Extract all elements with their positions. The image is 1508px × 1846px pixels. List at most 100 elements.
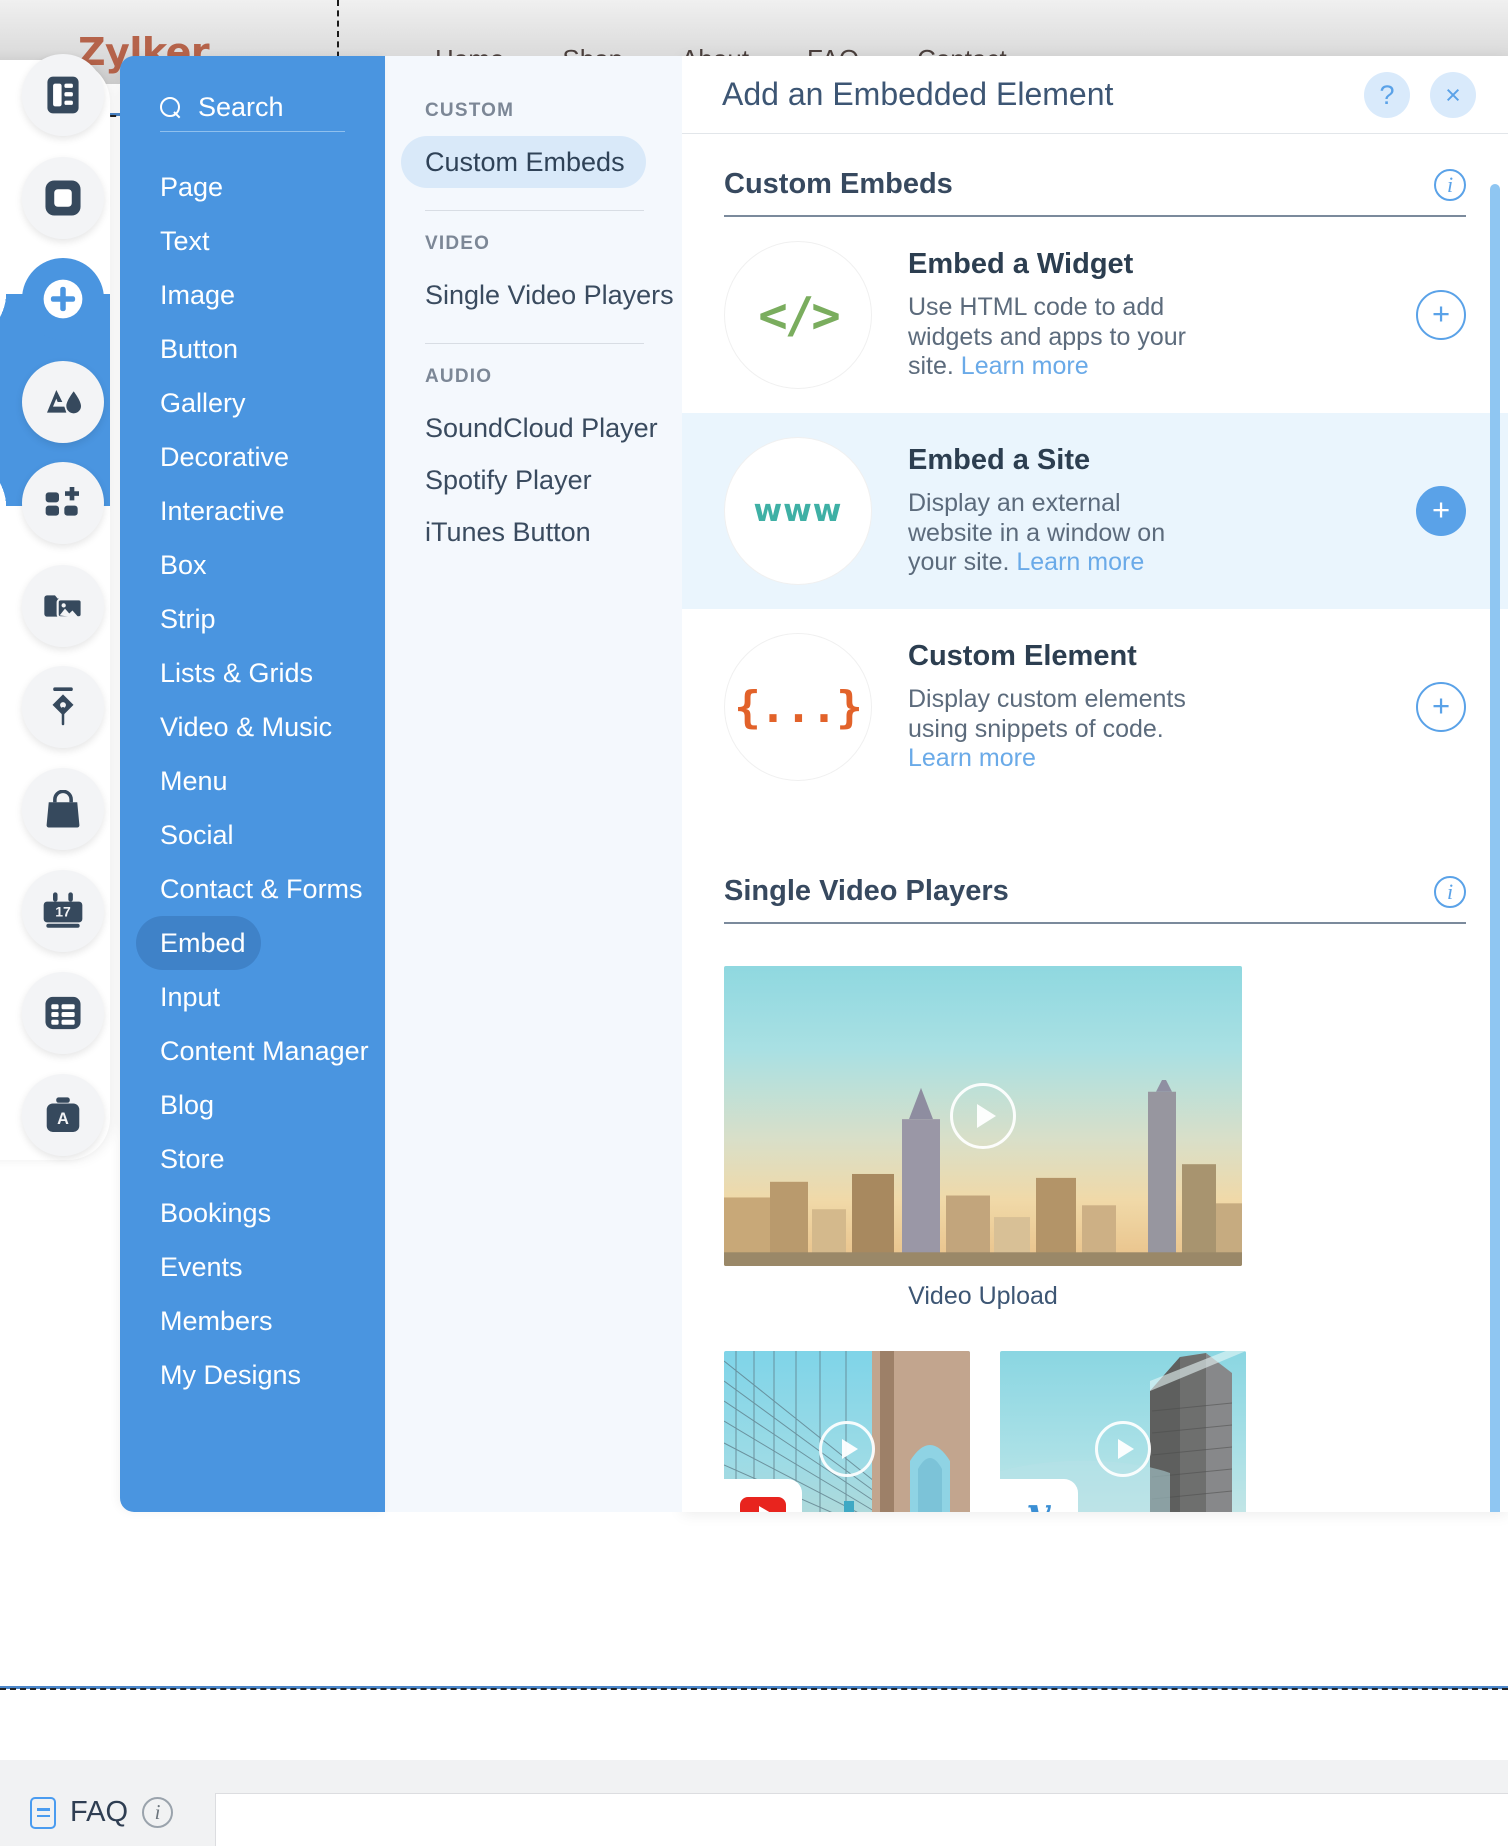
element-category-panel: Search Page Text Image Button Gallery De… xyxy=(120,56,385,1512)
subcategory-panel: CUSTOM Custom Embeds VIDEO Single Video … xyxy=(385,56,682,1512)
category-item-decorative[interactable]: Decorative xyxy=(120,430,385,484)
subcategory-item-custom-embeds[interactable]: Custom Embeds xyxy=(401,136,646,188)
www-icon: www xyxy=(724,437,872,585)
scrollbar[interactable] xyxy=(1490,184,1500,1512)
video-players-grid: YouTube xyxy=(724,1351,1466,1512)
embed-option-name: Embed a Widget xyxy=(908,248,1134,281)
rail-item-blog[interactable] xyxy=(22,666,104,748)
play-icon[interactable] xyxy=(1095,1421,1151,1477)
calendar-icon: 17 xyxy=(43,892,83,928)
subgroup-title-video: VIDEO xyxy=(425,233,491,254)
embed-glyph: </> xyxy=(758,286,840,344)
rail-item-sections[interactable] xyxy=(22,157,104,239)
video-thumbnail[interactable] xyxy=(724,966,1242,1266)
play-icon[interactable] xyxy=(819,1421,875,1477)
category-item-video-music[interactable]: Video & Music xyxy=(120,700,385,754)
play-icon[interactable] xyxy=(950,1083,1016,1149)
add-element-button[interactable]: + xyxy=(1416,682,1466,732)
pen-icon xyxy=(52,687,74,726)
rail-item-content[interactable] xyxy=(22,972,104,1054)
category-item-image[interactable]: Image xyxy=(120,268,385,322)
store-bag-icon xyxy=(46,790,80,828)
add-element-panel: Add an Embedded Element ? × Custom Embed… xyxy=(682,56,1508,1512)
video-caption: Video Upload xyxy=(908,1282,1058,1310)
svg-text:A: A xyxy=(57,1110,69,1128)
help-button[interactable]: ? xyxy=(1364,72,1410,118)
category-item-lists-grids[interactable]: Lists & Grids xyxy=(120,646,385,700)
section-header-single-video-players: Single Video Players i xyxy=(724,875,1466,924)
category-item-blog[interactable]: Blog xyxy=(120,1078,385,1132)
category-item-content-manager[interactable]: Content Manager xyxy=(120,1024,385,1078)
subcategory-item-single-video-players[interactable]: Single Video Players xyxy=(385,269,682,321)
embed-option-row[interactable]: www Embed a Site Display an external web… xyxy=(682,413,1508,609)
category-list: Page Text Image Button Gallery Decorativ… xyxy=(120,160,385,1402)
rail-item-members[interactable]: A xyxy=(22,1074,104,1156)
subgroup-title-custom: CUSTOM xyxy=(425,100,515,121)
search-input[interactable]: Search xyxy=(160,84,345,132)
sections-icon xyxy=(45,180,81,216)
category-item-contact-forms[interactable]: Contact & Forms xyxy=(120,862,385,916)
info-icon[interactable]: i xyxy=(1434,875,1466,908)
embed-option-name: Embed a Site xyxy=(908,444,1091,477)
category-item-menu[interactable]: Menu xyxy=(120,754,385,808)
category-item-my-designs[interactable]: My Designs xyxy=(120,1348,385,1402)
video-thumbnail[interactable] xyxy=(724,1351,970,1512)
category-item-text[interactable]: Text xyxy=(120,214,385,268)
video-upload-card[interactable]: Video Upload xyxy=(724,966,1466,1311)
rail-item-media[interactable] xyxy=(22,565,104,647)
footer-canvas-area xyxy=(215,1793,1508,1846)
close-icon[interactable]: × xyxy=(1430,72,1476,118)
embed-option-desc: Use HTML code to add widgets and apps to… xyxy=(908,293,1203,382)
vimeo-player-card[interactable]: v Vimeo xyxy=(1000,1351,1246,1512)
video-thumbnail[interactable]: v xyxy=(1000,1351,1246,1512)
category-item-box[interactable]: Box xyxy=(120,538,385,592)
divider xyxy=(425,210,644,211)
category-item-bookings[interactable]: Bookings xyxy=(120,1186,385,1240)
subcategory-item-spotify-player[interactable]: Spotify Player xyxy=(385,454,682,506)
learn-more-link[interactable]: Learn more xyxy=(908,744,1036,772)
vimeo-icon: v xyxy=(1027,1493,1050,1513)
category-item-members[interactable]: Members xyxy=(120,1294,385,1348)
add-icon xyxy=(43,279,83,319)
youtube-player-card[interactable]: YouTube xyxy=(724,1351,970,1512)
category-item-interactive[interactable]: Interactive xyxy=(120,484,385,538)
add-element-button[interactable]: + xyxy=(1416,290,1466,340)
rail-item-pages[interactable] xyxy=(22,54,104,136)
category-item-input[interactable]: Input xyxy=(120,970,385,1024)
info-icon[interactable]: i xyxy=(1434,168,1466,201)
search-placeholder: Search xyxy=(198,92,284,122)
embed-option-row[interactable]: </> Embed a Widget Use HTML code to add … xyxy=(682,217,1508,413)
rail-item-add[interactable] xyxy=(22,258,104,340)
category-item-gallery[interactable]: Gallery xyxy=(120,376,385,430)
briefcase-icon: A xyxy=(46,1097,80,1132)
rail-item-apps[interactable] xyxy=(22,462,104,544)
theme-icon xyxy=(47,390,81,414)
embed-option-row[interactable]: {...} Custom Element Display custom elem… xyxy=(682,609,1508,805)
rail-item-design[interactable] xyxy=(22,361,104,443)
embed-option-text: Embed a Site Display an external website… xyxy=(908,444,1416,578)
embed-option-text: Embed a Widget Use HTML code to add widg… xyxy=(908,248,1416,382)
rail-item-store[interactable] xyxy=(22,768,104,850)
category-item-button[interactable]: Button xyxy=(120,322,385,376)
subcategory-item-itunes-button[interactable]: iTunes Button xyxy=(385,506,682,558)
media-icon xyxy=(44,595,83,619)
subcategory-item-soundcloud-player[interactable]: SoundCloud Player xyxy=(385,402,682,454)
info-icon[interactable]: i xyxy=(142,1797,174,1828)
youtube-icon xyxy=(740,1497,786,1512)
add-element-button[interactable]: + xyxy=(1416,486,1466,536)
svg-text:17: 17 xyxy=(55,904,71,920)
left-icon-rail: 17 A xyxy=(0,0,126,1846)
learn-more-link[interactable]: Learn more xyxy=(961,352,1089,380)
category-item-page[interactable]: Page xyxy=(120,160,385,214)
learn-more-link[interactable]: Learn more xyxy=(1016,548,1144,576)
category-item-events[interactable]: Events xyxy=(120,1240,385,1294)
rail-item-bookings[interactable]: 17 xyxy=(22,870,104,952)
page-title: Add an Embedded Element xyxy=(722,76,1114,112)
category-item-strip[interactable]: Strip xyxy=(120,592,385,646)
app-root: Zylker Home Shop About FAQ Contact FAQ i xyxy=(0,0,1508,1846)
panel-header-buttons: ? × xyxy=(1364,72,1476,118)
embed-option-desc: Display custom elements using snippets o… xyxy=(908,685,1203,774)
category-item-social[interactable]: Social xyxy=(120,808,385,862)
category-item-store[interactable]: Store xyxy=(120,1132,385,1186)
category-item-embed[interactable]: Embed xyxy=(136,916,261,970)
